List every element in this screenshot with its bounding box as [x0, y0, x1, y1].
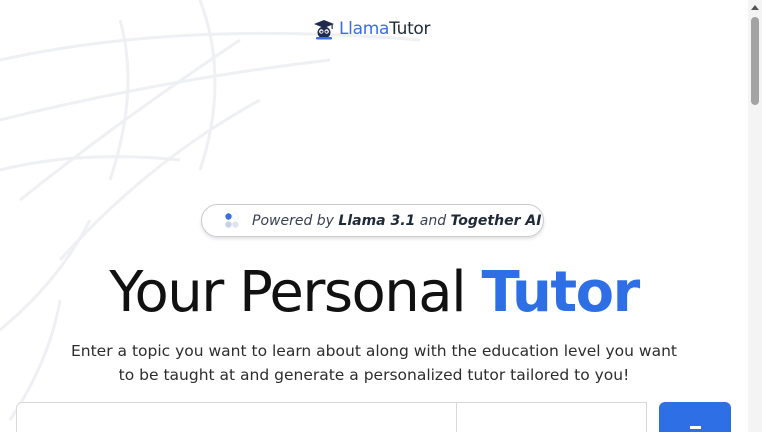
page-title-accent: Tutor	[481, 260, 640, 325]
page-title: Your Personal Tutor	[0, 258, 748, 328]
powered-by-badge[interactable]: Powered by Llama 3.1 and Together AI	[201, 204, 544, 237]
logo-llama-text: Llama	[339, 19, 390, 39]
llama-graduation-cap-icon	[314, 20, 334, 40]
powered-by-prefix: Powered by	[252, 212, 339, 229]
powered-by-provider: Together AI	[450, 212, 542, 229]
logo-wordmark: LlamaTutor	[339, 18, 431, 40]
scroll-up-arrow-icon[interactable]	[751, 5, 759, 10]
page-title-main: Your Personal	[109, 260, 482, 325]
powered-by-model: Llama 3.1	[338, 212, 416, 229]
submit-button[interactable]	[659, 402, 731, 432]
logo-tutor-text: Tutor	[389, 19, 431, 39]
powered-by-text: Powered by Llama 3.1 and Together AI	[252, 213, 541, 229]
scroll-thumb[interactable]	[751, 17, 759, 105]
app-logo[interactable]: LlamaTutor	[313, 18, 431, 40]
arrow-right-icon	[690, 426, 701, 429]
dots-icon	[225, 212, 240, 228]
powered-by-and: and	[415, 212, 451, 229]
education-level-select[interactable]	[457, 403, 646, 432]
vertical-scrollbar[interactable]	[748, 0, 762, 432]
page: LlamaTutor Powered by Llama 3.1 and Toge…	[0, 0, 762, 432]
page-description: Enter a topic you want to learn about al…	[70, 342, 677, 384]
